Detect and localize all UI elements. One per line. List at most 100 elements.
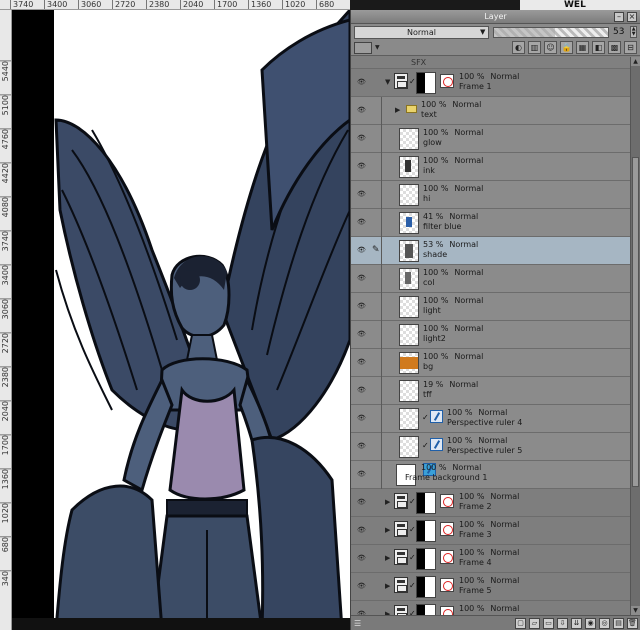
eye-icon[interactable]: 👁 bbox=[357, 246, 368, 254]
eye-icon[interactable]: 👁 bbox=[357, 134, 368, 142]
layer-row[interactable]: 👁 ▶ ✓ 100 % Normal bbox=[351, 601, 631, 615]
eye-icon[interactable]: 👁 bbox=[357, 386, 368, 394]
layer-row[interactable]: 👁 ✓ 100 % Normal Perspective ruler 4 bbox=[351, 405, 631, 433]
ruler-layer-icon[interactable]: ▤ bbox=[613, 617, 624, 629]
layer-opacity: 100 % bbox=[459, 576, 485, 585]
layer-row[interactable]: 👁 100 % Normal hi bbox=[351, 181, 631, 209]
ruler-tick-label: 1020 bbox=[282, 0, 305, 9]
clip-icon[interactable]: ◧ bbox=[592, 41, 605, 54]
chevron-down-icon[interactable]: ▼ bbox=[375, 42, 383, 54]
new-folder-icon[interactable]: ▭ bbox=[543, 617, 554, 629]
lock-alpha-icon[interactable]: ▦ bbox=[576, 41, 589, 54]
eye-icon[interactable]: 👁 bbox=[357, 330, 368, 338]
layer-thumbnail bbox=[416, 604, 436, 615]
panel-menu-icon[interactable]: ☰ bbox=[354, 619, 361, 628]
layer-row[interactable]: 👁 ✎ 53 % Normal shade bbox=[351, 237, 631, 265]
layer-opacity: 100 % bbox=[421, 463, 447, 472]
eye-icon[interactable]: 👁 bbox=[357, 162, 368, 170]
layer-row[interactable]: 👁 19 % Normal tff bbox=[351, 377, 631, 405]
layer-mask-icon[interactable] bbox=[440, 74, 454, 88]
reference-layer-icon[interactable]: ▥ bbox=[528, 41, 541, 54]
layer-row[interactable]: 👁 41 % Normal filter blue bbox=[351, 209, 631, 237]
folder-guide-line bbox=[381, 405, 382, 433]
blend-mode-select[interactable]: Normal ▼ bbox=[354, 25, 490, 39]
transfer-down-icon[interactable]: ⇩ bbox=[557, 617, 568, 629]
canvas-area[interactable] bbox=[12, 10, 350, 630]
mask-icon[interactable]: ▩ bbox=[608, 41, 621, 54]
opacity-spinner[interactable]: ▲ ▼ bbox=[630, 26, 637, 38]
layer-row[interactable]: 👁 ▶ ✓ 100 % Normal Frame 3 bbox=[351, 517, 631, 545]
layer-mask-icon[interactable] bbox=[440, 522, 454, 536]
scroll-down-arrow[interactable]: ▼ bbox=[631, 606, 640, 615]
layer-row[interactable]: 👁 ▶ ✓ 100 % Normal Frame 4 bbox=[351, 545, 631, 573]
layer-row[interactable]: 👁 ▶ 100 % Normal text bbox=[351, 97, 631, 125]
delete-layer-icon[interactable]: 🗑 bbox=[627, 617, 638, 629]
scroll-up-arrow[interactable]: ▲ bbox=[631, 57, 640, 66]
eye-icon[interactable]: 👁 bbox=[357, 218, 368, 226]
eye-icon[interactable]: 👁 bbox=[357, 302, 368, 310]
eye-icon[interactable]: 👁 bbox=[357, 78, 368, 86]
eye-icon[interactable]: 👁 bbox=[357, 358, 368, 366]
layer-row[interactable]: 👁 100 % Normal light bbox=[351, 293, 631, 321]
layer-row[interactable]: 👁 ▼ ✓ 100 % Normal Frame 1 bbox=[351, 69, 631, 97]
layer-row[interactable]: 👁 ▶ ✓ 100 % Normal Frame 5 bbox=[351, 573, 631, 601]
layer-mask-icon[interactable] bbox=[440, 578, 454, 592]
new-raster-layer-icon[interactable]: ▢ bbox=[515, 617, 526, 629]
chevron-down-icon[interactable]: ▼ bbox=[385, 78, 390, 86]
eye-icon[interactable]: 👁 bbox=[357, 106, 368, 114]
eye-icon[interactable]: 👁 bbox=[357, 414, 368, 422]
layer-row[interactable]: 👁 100 % Normal col bbox=[351, 265, 631, 293]
ruler-tick-label: 340 bbox=[0, 570, 11, 587]
layer-panel: Layer – × Normal ▼ 53 ▲ ▼ ▼ ◐ ▥ ☺ 🔒 ▦ ◧ ▩… bbox=[350, 10, 640, 630]
chevron-right-icon[interactable]: ▶ bbox=[385, 498, 390, 506]
pen-icon[interactable]: ✎ bbox=[372, 245, 380, 255]
panel-title-bar[interactable]: Layer – × bbox=[351, 10, 640, 24]
scrollbar-thumb[interactable] bbox=[632, 157, 639, 487]
layer-opacity: 41 % bbox=[423, 212, 444, 221]
eye-icon[interactable]: 👁 bbox=[357, 554, 368, 562]
layer-row[interactable]: 👁 100 % Normal bg bbox=[351, 349, 631, 377]
new-vector-layer-icon[interactable]: ▱ bbox=[529, 617, 540, 629]
layer-row[interactable]: 👁 100 % Normal ink bbox=[351, 153, 631, 181]
layer-row-partial[interactable]: SFX bbox=[351, 57, 631, 69]
opacity-slider[interactable] bbox=[493, 26, 609, 38]
combine-down-icon[interactable]: ⇊ bbox=[571, 617, 582, 629]
eye-icon[interactable]: 👁 bbox=[357, 190, 368, 198]
folder-guide-line bbox=[381, 153, 382, 181]
layer-property-icon[interactable]: ◐ bbox=[512, 41, 525, 54]
layer-row[interactable]: 👁 100 % Normal glow bbox=[351, 125, 631, 153]
eye-icon[interactable]: 👁 bbox=[357, 442, 368, 450]
chevron-right-icon[interactable]: ▶ bbox=[385, 554, 390, 562]
eye-icon[interactable]: 👁 bbox=[357, 526, 368, 534]
layer-row[interactable]: 👁 ✓ 100 % Normal Perspective ruler 5 bbox=[351, 433, 631, 461]
layer-name: Frame 3 bbox=[459, 530, 492, 539]
layer-row[interactable]: 👁 100 % Normal Frame background 1 bbox=[351, 461, 631, 489]
layer-color-swatch[interactable] bbox=[354, 41, 372, 54]
apply-mask-icon[interactable]: ◎ bbox=[599, 617, 610, 629]
eye-icon[interactable]: 👁 bbox=[357, 274, 368, 282]
layer-row[interactable]: 👁 ▶ ✓ 100 % Normal Frame 2 bbox=[351, 489, 631, 517]
perspective-ruler-icon[interactable] bbox=[430, 438, 443, 451]
chevron-right-icon[interactable]: ▶ bbox=[385, 582, 390, 590]
ruler-toggle-icon[interactable]: ⊟ bbox=[624, 41, 637, 54]
layer-mask-icon[interactable] bbox=[440, 550, 454, 564]
opacity-value[interactable]: 53 bbox=[613, 27, 626, 37]
chevron-right-icon[interactable]: ▶ bbox=[385, 526, 390, 534]
perspective-ruler-icon[interactable] bbox=[430, 410, 443, 423]
lock-icon[interactable]: 🔒 bbox=[560, 41, 573, 54]
layer-mask-icon[interactable] bbox=[440, 494, 454, 508]
layer-row[interactable]: 👁 100 % Normal light2 bbox=[351, 321, 631, 349]
illustration-angel[interactable] bbox=[12, 10, 350, 630]
eye-icon[interactable]: 👁 bbox=[357, 582, 368, 590]
eye-icon[interactable]: 👁 bbox=[357, 498, 368, 506]
layer-mask-icon[interactable] bbox=[440, 606, 454, 615]
create-mask-icon[interactable]: ◉ bbox=[585, 617, 596, 629]
person-icon[interactable]: ☺ bbox=[544, 41, 557, 54]
layer-meta: 100 % Normal Frame 2 bbox=[459, 492, 519, 512]
minimize-icon[interactable]: – bbox=[614, 12, 624, 22]
chevron-right-icon[interactable]: ▶ bbox=[395, 106, 400, 114]
close-icon[interactable]: × bbox=[627, 12, 637, 22]
layer-opacity: 100 % bbox=[447, 408, 473, 417]
eye-icon[interactable]: 👁 bbox=[357, 470, 368, 478]
layer-list-scrollbar[interactable]: ▲ ▼ bbox=[630, 57, 640, 615]
